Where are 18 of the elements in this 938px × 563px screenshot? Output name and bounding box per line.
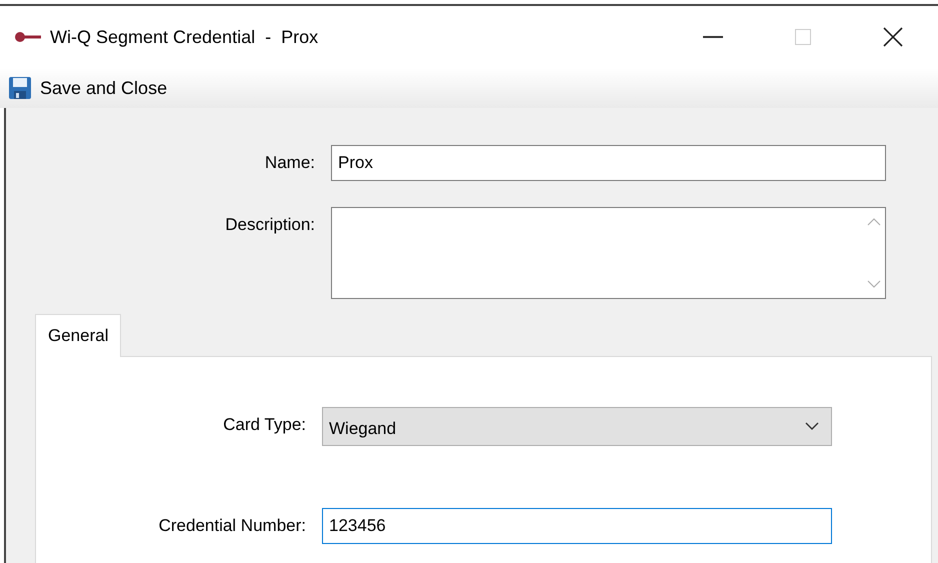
input-field[interactable]: Prox — [331, 145, 886, 181]
tab[interactable]: General — [35, 314, 122, 356]
close-icon — [883, 27, 903, 47]
field-label: Description: — [224, 214, 315, 236]
maximize-icon — [795, 29, 811, 45]
dropdown[interactable]: Wiegand — [322, 406, 832, 446]
window-title: Wi-Q Segment Credential - Prox — [50, 26, 318, 49]
scroll-down-icon[interactable] — [867, 280, 881, 288]
caret-icon — [805, 422, 819, 430]
field-label: Credential Number: — [158, 514, 306, 536]
key-icon — [14, 31, 42, 43]
scroll-up-icon[interactable] — [867, 218, 881, 226]
save-and-close-button[interactable]: Save and Close — [32, 70, 172, 106]
input-field[interactable]: 123456 — [322, 508, 832, 544]
minimize-icon — [703, 36, 723, 38]
field-label: Card Type: — [222, 414, 306, 436]
description-field[interactable] — [331, 207, 886, 299]
field-label: Name: — [264, 152, 315, 174]
